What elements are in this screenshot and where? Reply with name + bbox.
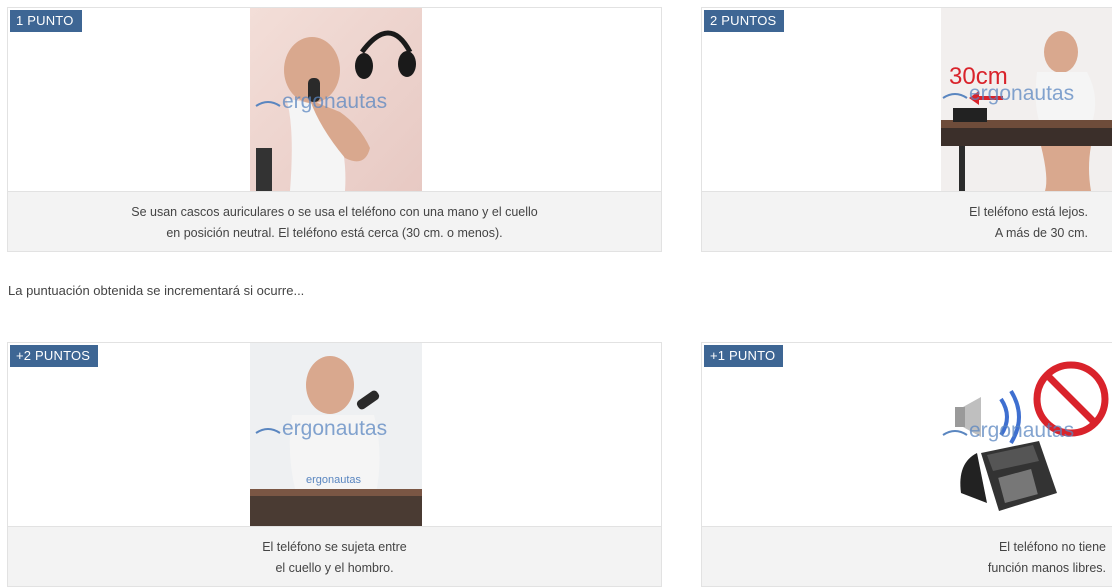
image-area: 30cm ergonautas — [702, 8, 1112, 191]
card-1-punto: 1 PUNTO ergonautas Se usan cascos auricu… — [7, 7, 662, 252]
score-badge: +1 PUNTO — [704, 345, 784, 367]
intro-text: La puntuación obtenida se incrementará s… — [8, 283, 305, 298]
svg-text:ergonautas: ergonautas — [282, 90, 387, 113]
headset-posture-image: ergonautas — [250, 8, 422, 191]
score-badge: 2 PUNTOS — [704, 10, 785, 32]
image-area: ergonautas — [702, 343, 1112, 526]
svg-text:ergonautas: ergonautas — [282, 417, 387, 440]
card-2-puntos: 2 PUNTOS 30cm ergonautas El teléfono est… — [701, 7, 1112, 252]
svg-text:ergonautas: ergonautas — [306, 474, 362, 486]
image-area: ergonautas ergonautas — [8, 343, 661, 526]
svg-text:ergonautas: ergonautas — [969, 419, 1074, 442]
card-caption: El teléfono no tiene función manos libre… — [702, 526, 1112, 586]
card-caption: El teléfono está lejos. A más de 30 cm. — [702, 191, 1112, 251]
score-badge: 1 PUNTO — [10, 10, 82, 32]
phone-shoulder-image: ergonautas ergonautas — [250, 343, 422, 526]
no-handsfree-image: ergonautas — [941, 343, 1112, 526]
image-area: ergonautas — [8, 8, 661, 191]
card-plus-2-puntos: +2 PUNTOS ergonautas ergonautas El teléf… — [7, 342, 662, 587]
card-plus-1-punto: +1 PUNTO ergonautas El teléfono no tiene… — [701, 342, 1112, 587]
card-caption: Se usan cascos auriculares o se usa el t… — [8, 191, 661, 251]
card-caption: El teléfono se sujeta entre el cuello y … — [8, 526, 661, 586]
score-badge: +2 PUNTOS — [10, 345, 99, 367]
svg-text:ergonautas: ergonautas — [969, 82, 1074, 105]
phone-far-image: 30cm ergonautas — [941, 8, 1112, 191]
